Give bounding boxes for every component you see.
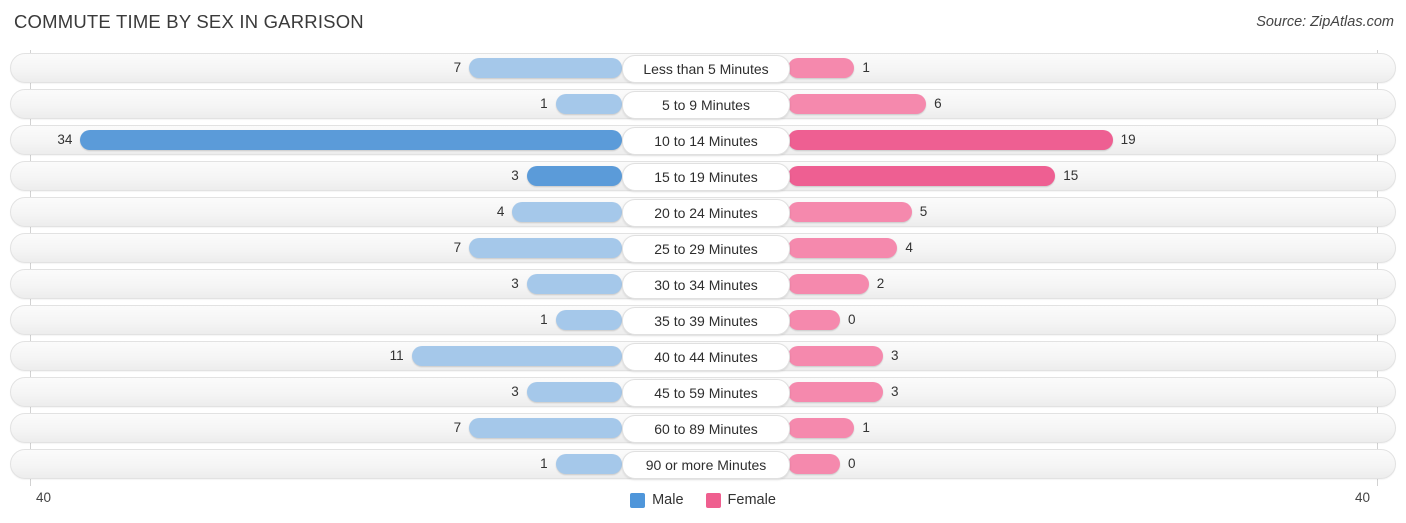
bar-value-male: 7 [453,240,462,255]
table-row[interactable]: 11 3 40 to 44 Minutes [10,341,1396,371]
bar-value-male: 7 [453,60,462,75]
bar-male[interactable] [469,58,622,78]
bar-female[interactable] [788,202,912,222]
bar-value-female: 0 [848,456,856,471]
bar-male[interactable] [526,382,622,402]
bar-female[interactable] [788,382,884,402]
bar-female[interactable] [788,58,855,78]
bar-male[interactable] [80,130,622,150]
bar-male[interactable] [555,310,622,330]
bar-female[interactable] [788,346,884,366]
table-row[interactable]: 34 19 10 to 14 Minutes [10,125,1396,155]
category-label[interactable]: 10 to 14 Minutes [622,127,790,155]
table-row[interactable]: 7 4 25 to 29 Minutes [10,233,1396,263]
category-label[interactable]: 40 to 44 Minutes [622,343,790,371]
legend-item[interactable]: Female [705,492,776,508]
bar-value-female: 6 [934,96,942,111]
category-label[interactable]: 25 to 29 Minutes [622,235,790,263]
bar-value-male: 3 [511,276,519,291]
table-row[interactable]: 3 3 45 to 59 Minutes [10,377,1396,407]
bar-female[interactable] [788,310,840,330]
table-row[interactable]: 7 1 Less than 5 Minutes [10,53,1396,83]
table-row[interactable]: 3 15 15 to 19 Minutes [10,161,1396,191]
bar-female[interactable] [788,454,840,474]
legend-item[interactable]: Male [630,492,684,508]
bar-value-female: 19 [1120,132,1136,147]
plot-area: 7 1 Less than 5 Minutes 1 6 5 to 9 Minutes 34 1… [0,50,1406,486]
bar-value-male: 4 [496,204,505,219]
bar-male[interactable] [526,274,622,294]
bar-value-female: 5 [919,204,928,219]
bar-female[interactable] [788,130,1113,150]
table-row[interactable]: 3 2 30 to 34 Minutes [10,269,1396,299]
bar-female[interactable] [788,166,1056,186]
category-label[interactable]: Less than 5 Minutes [622,55,790,83]
chart-footer: 40 40 Male Female [0,486,1406,523]
bar-female[interactable] [788,238,898,258]
legend-label: Female [727,492,776,508]
bar-value-female: 0 [848,312,856,327]
bar-value-male: 11 [389,348,404,363]
bar-male[interactable] [469,238,622,258]
bar-male[interactable] [526,166,622,186]
bar-female[interactable] [788,94,927,114]
legend-label: Male [652,492,684,508]
table-row[interactable]: 1 0 90 or more Minutes [10,449,1396,479]
chart-legend: Male Female [0,492,1406,508]
table-row[interactable]: 1 6 5 to 9 Minutes [10,89,1396,119]
category-label[interactable]: 90 or more Minutes [622,451,790,479]
page-title: COMMUTE TIME BY SEX IN GARRISON [14,11,364,32]
bar-male[interactable] [555,94,622,114]
bar-value-male: 3 [511,384,519,399]
bar-value-female: 4 [905,240,913,255]
bar-value-female: 15 [1063,168,1079,183]
bar-value-male: 7 [453,420,462,435]
category-label[interactable]: 5 to 9 Minutes [622,91,790,119]
category-label[interactable]: 15 to 19 Minutes [622,163,790,191]
bar-male[interactable] [469,418,622,438]
legend-swatch-male [630,492,646,508]
bar-male[interactable] [411,346,622,366]
legend-swatch-female [705,492,721,508]
bar-value-female: 1 [862,420,870,435]
bar-value-male: 34 [57,132,73,147]
table-row[interactable]: 7 1 60 to 89 Minutes [10,413,1396,443]
bar-value-female: 2 [876,276,885,291]
category-label[interactable]: 45 to 59 Minutes [622,379,790,407]
table-row[interactable]: 1 0 35 to 39 Minutes [10,305,1396,335]
category-label[interactable]: 20 to 24 Minutes [622,199,790,227]
bar-male[interactable] [555,454,622,474]
bar-value-male: 1 [540,96,548,111]
chart-container: COMMUTE TIME BY SEX IN GARRISON Source: … [0,0,1406,523]
bar-female[interactable] [788,274,869,294]
bar-male[interactable] [512,202,622,222]
bar-female[interactable] [788,418,855,438]
source-attribution: Source: ZipAtlas.com [1256,14,1394,30]
bar-value-female: 1 [862,60,870,75]
bar-value-male: 1 [540,312,548,327]
category-label[interactable]: 35 to 39 Minutes [622,307,790,335]
category-label[interactable]: 30 to 34 Minutes [622,271,790,299]
bar-value-female: 3 [891,384,899,399]
bar-value-male: 3 [511,168,519,183]
bar-value-female: 3 [891,348,899,363]
bar-value-male: 1 [540,456,548,471]
table-row[interactable]: 4 5 20 to 24 Minutes [10,197,1396,227]
category-label[interactable]: 60 to 89 Minutes [622,415,790,443]
